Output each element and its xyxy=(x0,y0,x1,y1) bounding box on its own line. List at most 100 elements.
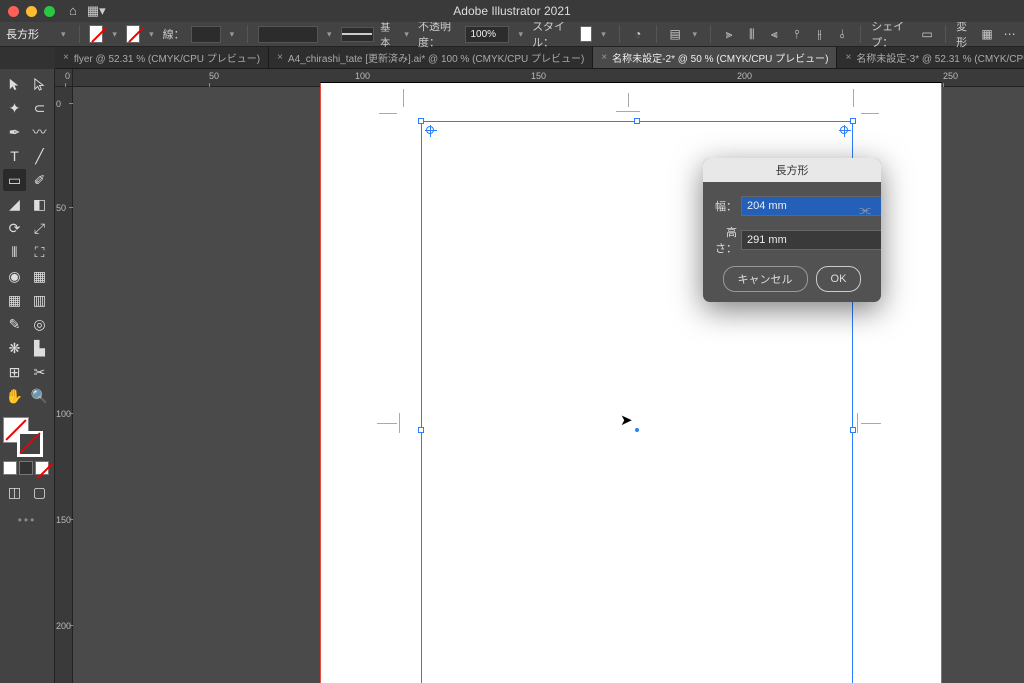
curvature-tool[interactable]: 〰 xyxy=(28,121,51,143)
document-tab[interactable]: ×A4_chirashi_tate [更新済み].ai* @ 100 % (CM… xyxy=(269,47,593,68)
ruler-tick: 150 xyxy=(531,71,546,81)
ruler-tick: 50 xyxy=(56,203,66,213)
close-tab-icon[interactable]: × xyxy=(601,52,607,63)
cancel-button[interactable]: キャンセル xyxy=(723,266,808,292)
gradient-tool[interactable]: ▥ xyxy=(28,289,51,311)
stroke-weight-field[interactable] xyxy=(191,26,221,43)
ruler-tick: 0 xyxy=(56,99,61,109)
opacity-field[interactable] xyxy=(465,26,509,43)
fill-swatch[interactable] xyxy=(89,25,103,43)
opacity-dropdown[interactable]: ▾ xyxy=(515,27,526,41)
height-input[interactable] xyxy=(741,230,881,250)
free-transform-tool[interactable]: ⛶ xyxy=(28,241,51,263)
ruler-tick: 100 xyxy=(56,409,71,419)
ruler-tick: 200 xyxy=(56,621,71,631)
shaper-tool[interactable]: ◢ xyxy=(3,193,26,215)
titlebar: ⌂ ▦▾ Adobe Illustrator 2021 xyxy=(0,0,1024,22)
fill-dropdown-icon[interactable]: ▾ xyxy=(109,27,120,41)
draw-mode-icon[interactable]: ◫ xyxy=(3,481,26,503)
vertical-ruler[interactable]: 0 50 100 150 200 xyxy=(55,87,73,683)
maximize-window-button[interactable] xyxy=(44,6,55,17)
close-tab-icon[interactable]: × xyxy=(63,52,69,63)
rotate-tool[interactable]: ⟳ xyxy=(3,217,26,239)
scale-tool[interactable]: ⤢ xyxy=(28,217,51,239)
rectangle-tool[interactable]: ▭ xyxy=(3,169,26,191)
shape-builder-tool[interactable]: ◉ xyxy=(3,265,26,287)
artboard-tool[interactable]: ⊞ xyxy=(3,361,26,383)
mesh-tool[interactable]: ▦ xyxy=(3,289,26,311)
align-dropdown[interactable]: ▾ xyxy=(689,27,700,41)
hand-tool[interactable]: ✋ xyxy=(3,385,26,407)
selection-dropdown-icon[interactable]: ▾ xyxy=(58,27,69,41)
align-left-icon[interactable]: ▤ xyxy=(667,24,684,44)
ruler-origin[interactable] xyxy=(55,69,73,87)
home-icon[interactable]: ⌂ xyxy=(69,3,77,19)
screen-mode-icon[interactable]: ▢ xyxy=(28,481,51,503)
align-h-right-icon[interactable]: ⫷ xyxy=(766,24,783,44)
eyedropper-tool[interactable]: ✎ xyxy=(3,313,26,335)
type-tool[interactable]: T xyxy=(3,145,26,167)
selection-tool[interactable] xyxy=(3,73,26,95)
isolate-icon[interactable]: ▦ xyxy=(979,24,996,44)
app-title: Adobe Illustrator 2021 xyxy=(453,4,570,18)
gradient-mode-swatch[interactable] xyxy=(19,461,33,475)
graphic-style-swatch[interactable] xyxy=(580,26,593,42)
brush-preview[interactable] xyxy=(341,27,375,42)
document-tab[interactable]: × 名称未設定-2* @ 50 % (CMYK/CPU プレビュー) xyxy=(593,47,837,68)
ok-button[interactable]: OK xyxy=(816,266,862,292)
color-mode-swatch[interactable] xyxy=(3,461,17,475)
align-v-bottom-icon[interactable]: ⫰ xyxy=(834,24,851,44)
align-v-top-icon[interactable]: ⫯ xyxy=(789,24,806,44)
blend-tool[interactable]: ◎ xyxy=(28,313,51,335)
none-mode-swatch[interactable] xyxy=(35,461,49,475)
fill-stroke-indicator[interactable] xyxy=(3,417,43,457)
ruler-tick: 50 xyxy=(209,71,219,81)
tools-panel: ✦⊂ ✒〰 T╱ ▭✐ ◢◧ ⟳⤢ ⫴⛶ ◉▦ ▦▥ ✎◎ ❋▙ ⊞✂ ✋🔍 ◫… xyxy=(0,69,55,683)
shape-button[interactable]: シェイプ： xyxy=(871,18,913,50)
more-icon[interactable]: ⋯ xyxy=(1001,24,1018,44)
var-width-dropdown[interactable]: ▾ xyxy=(324,27,335,41)
document-tab[interactable]: ×名称未設定-3* @ 52.31 % (CMYK/CPU プレビュー xyxy=(837,47,1024,68)
tab-label: 名称未設定-2* @ 50 % (CMYK/CPU プレビュー) xyxy=(612,50,828,65)
close-tab-icon[interactable]: × xyxy=(277,52,283,63)
canvas[interactable]: ➤ xyxy=(73,87,1024,683)
line-tool[interactable]: ╱ xyxy=(28,145,51,167)
slice-tool[interactable]: ✂ xyxy=(28,361,51,383)
graph-tool[interactable]: ▙ xyxy=(28,337,51,359)
var-width-field[interactable] xyxy=(258,26,318,43)
arrange-docs-icon[interactable]: ▦▾ xyxy=(87,3,106,19)
transform-button[interactable]: 変形 xyxy=(956,18,973,50)
stroke-dropdown-icon[interactable]: ▾ xyxy=(146,27,157,41)
dialog-title: 長方形 xyxy=(703,158,881,182)
width-tool[interactable]: ⫴ xyxy=(3,241,26,263)
recolor-icon[interactable]: ◔ xyxy=(630,24,647,44)
brush-style-label: 基本 xyxy=(380,19,395,49)
brush-dropdown[interactable]: ▾ xyxy=(401,27,412,41)
control-bar: 長方形 ▾ ▾ ▾ 線： ▾ ▾ 基本 ▾ 不透明度： ▾ スタイル： ▾ ◔ … xyxy=(0,22,1024,47)
close-window-button[interactable] xyxy=(8,6,19,17)
shape-icon[interactable]: ▭ xyxy=(919,24,936,44)
align-v-middle-icon[interactable]: ⫲ xyxy=(811,24,828,44)
pen-tool[interactable]: ✒ xyxy=(3,121,26,143)
magic-wand-tool[interactable]: ✦ xyxy=(3,97,26,119)
close-tab-icon[interactable]: × xyxy=(845,52,851,63)
direct-selection-tool[interactable] xyxy=(28,73,51,95)
zoom-tool[interactable]: 🔍 xyxy=(28,385,51,407)
align-h-center-icon[interactable]: ⫼ xyxy=(743,24,760,44)
constrain-proportions-icon[interactable]: ⫘ xyxy=(859,202,871,218)
ruler-tick: 0 xyxy=(65,71,70,81)
lasso-tool[interactable]: ⊂ xyxy=(28,97,51,119)
symbol-sprayer-tool[interactable]: ❋ xyxy=(3,337,26,359)
align-h-left-icon[interactable]: ⫸ xyxy=(721,24,738,44)
stroke-indicator[interactable] xyxy=(17,431,43,457)
document-tab[interactable]: ×flyer @ 52.31 % (CMYK/CPU プレビュー) xyxy=(55,47,269,68)
perspective-tool[interactable]: ▦ xyxy=(28,265,51,287)
stroke-weight-stepper[interactable]: ▾ xyxy=(227,27,238,41)
stroke-swatch[interactable] xyxy=(126,25,140,43)
minimize-window-button[interactable] xyxy=(26,6,37,17)
eraser-tool[interactable]: ◧ xyxy=(28,193,51,215)
paintbrush-tool[interactable]: ✐ xyxy=(28,169,51,191)
rectangle-dialog: 長方形 幅： ⫘ 高さ： キャンセル OK xyxy=(703,158,881,302)
style-dropdown[interactable]: ▾ xyxy=(598,27,609,41)
edit-toolbar-icon[interactable]: ••• xyxy=(3,513,51,527)
